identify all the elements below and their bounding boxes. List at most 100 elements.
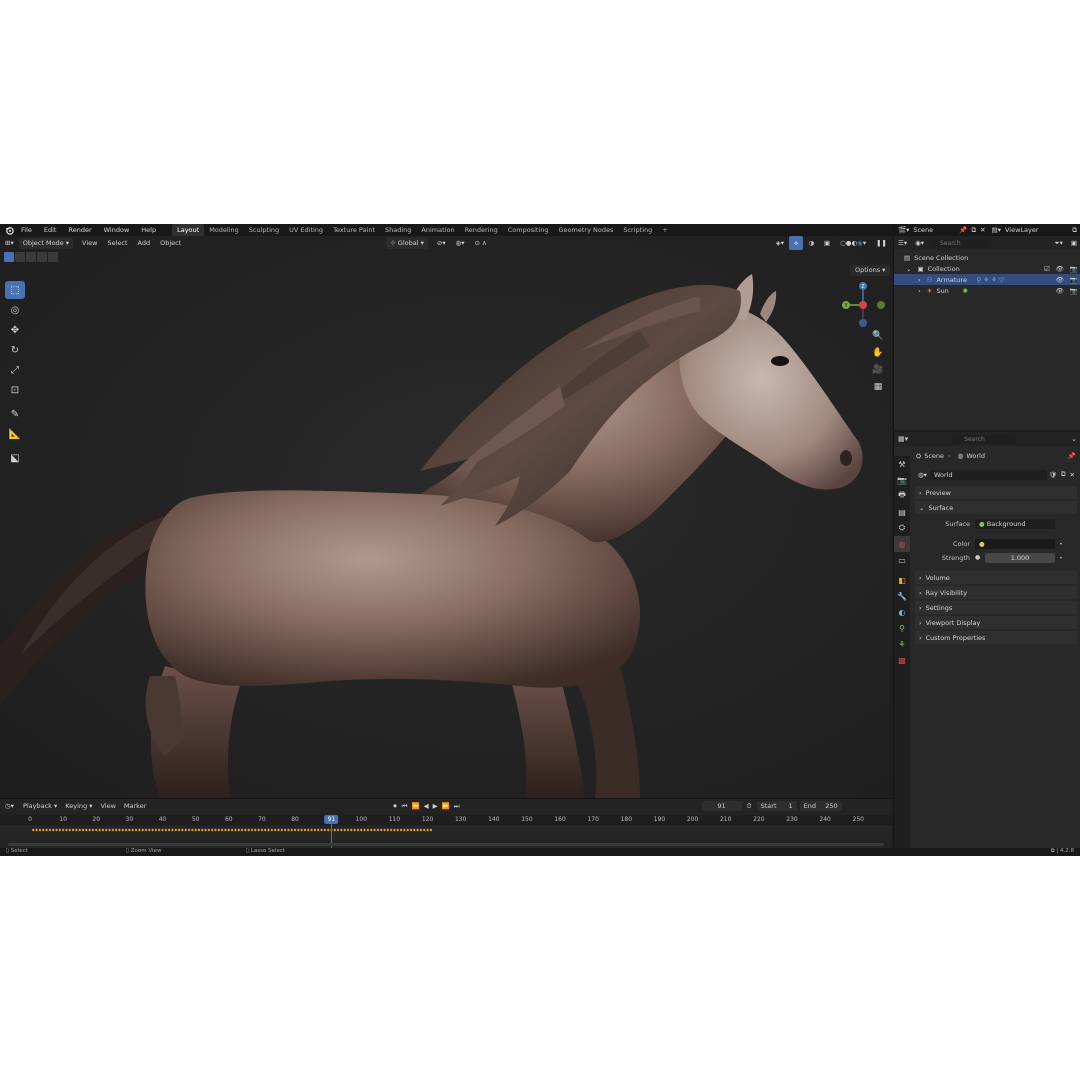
keyframe-diamond[interactable] xyxy=(207,828,211,832)
unlink-world-icon[interactable]: ✕ xyxy=(1068,471,1077,479)
world-browse-icon[interactable]: ◍▾ xyxy=(915,471,930,479)
add-workspace-button[interactable]: + xyxy=(657,224,672,236)
tab-animation[interactable]: Animation xyxy=(416,224,459,236)
proportional-edit-icon[interactable]: ⊙ ∧ xyxy=(470,236,492,250)
keyframe-diamond[interactable] xyxy=(114,828,118,832)
annotate-tool-icon[interactable]: ✎ xyxy=(5,405,25,423)
collection-tab-icon[interactable]: ▭ xyxy=(894,552,910,568)
panel-surface[interactable]: ⌄ Surface xyxy=(915,501,1077,514)
navigation-gizmo[interactable]: Z Y xyxy=(838,280,888,328)
keyframe-diamond[interactable] xyxy=(88,828,92,832)
xray-icon[interactable]: ▣ xyxy=(819,236,835,250)
outliner-type-icon[interactable]: ☰▾ xyxy=(894,239,911,247)
select-intersect-icon[interactable] xyxy=(48,252,58,262)
menu-view[interactable]: View xyxy=(77,236,102,250)
keyframe-diamond[interactable] xyxy=(366,828,370,832)
keyframe-diamond[interactable] xyxy=(283,828,287,832)
new-view-layer-icon[interactable]: ⧉ xyxy=(1068,226,1080,235)
keyframe-diamond[interactable] xyxy=(55,828,58,832)
keyframe-diamond[interactable] xyxy=(65,828,68,832)
keyframe-diamond[interactable] xyxy=(164,828,168,832)
visibility-icon[interactable]: ◈▾ xyxy=(771,236,789,250)
view-layer-icon[interactable]: ▤▾ xyxy=(988,226,1005,234)
keyframe-diamond[interactable] xyxy=(353,828,357,832)
fake-user-icon[interactable]: 🛡 xyxy=(1047,471,1059,479)
keyframe-diamond[interactable] xyxy=(48,828,52,832)
keyframe-diamond[interactable] xyxy=(257,828,260,832)
3d-viewport[interactable]: ⊞▾ Object Mode ▾ View Select Add Object … xyxy=(0,236,892,798)
keyframe-diamond[interactable] xyxy=(84,828,88,832)
keyframe-diamond[interactable] xyxy=(356,828,360,832)
keyframe-diamond[interactable] xyxy=(51,828,55,832)
color-swatch[interactable]: ● xyxy=(975,538,1055,549)
keyframe-diamond[interactable] xyxy=(416,828,420,832)
duplicate-world-icon[interactable]: ⧉ xyxy=(1059,470,1068,479)
keyframe-diamond[interactable] xyxy=(340,828,343,832)
keyframe-diamond[interactable] xyxy=(412,828,416,832)
keyframe-diamond[interactable] xyxy=(71,828,75,832)
output-tab-icon[interactable]: 🖶 xyxy=(894,488,910,504)
strength-keyframe-icon[interactable]: • xyxy=(1055,554,1063,562)
keyframe-diamond[interactable] xyxy=(210,828,214,832)
keyframe-diamond[interactable] xyxy=(333,828,337,832)
keyframe-diamond[interactable] xyxy=(429,828,433,832)
play-reverse-icon[interactable]: ◀ xyxy=(422,802,431,810)
keyframe-diamond[interactable] xyxy=(369,828,373,832)
add-cube-tool-icon[interactable]: ⬕ xyxy=(5,449,25,467)
keyframe-diamond[interactable] xyxy=(230,828,234,832)
keyframe-diamonds[interactable] xyxy=(0,826,892,840)
scene-icon[interactable]: 🎬▾ xyxy=(894,226,913,234)
pivot-icon[interactable]: ⊘▾ xyxy=(432,236,451,250)
tab-compositing[interactable]: Compositing xyxy=(503,224,554,236)
data-tab-icon[interactable]: ⚘ xyxy=(894,636,910,652)
render-tab-icon[interactable]: 📷 xyxy=(894,472,910,488)
keyframe-diamond[interactable] xyxy=(293,828,297,832)
keyframe-diamond[interactable] xyxy=(78,828,82,832)
keyframe-diamond[interactable] xyxy=(141,828,145,832)
playhead-frame-indicator[interactable]: 91 xyxy=(324,815,339,824)
keyframe-diamond[interactable] xyxy=(104,828,108,832)
keyframe-diamond[interactable] xyxy=(194,828,198,832)
keyframe-diamond[interactable] xyxy=(406,828,410,832)
armature-render-icon[interactable]: 📷 xyxy=(1067,276,1080,284)
keyframe-diamond[interactable] xyxy=(180,828,184,832)
select-invert-icon[interactable] xyxy=(37,252,47,262)
keyframe-diamond[interactable] xyxy=(349,828,353,832)
gizmo-toggle-icon[interactable]: ⟡ xyxy=(789,236,804,250)
camera-view-icon[interactable]: 🎥 xyxy=(870,362,886,378)
jump-keyframe-back-icon[interactable]: ⏪ xyxy=(410,802,422,810)
keyframe-diamond[interactable] xyxy=(396,828,400,832)
keyframe-diamond[interactable] xyxy=(393,828,396,832)
keyframe-diamond[interactable] xyxy=(98,828,101,832)
keyframe-diamond[interactable] xyxy=(204,828,207,832)
keyframe-diamond[interactable] xyxy=(253,828,257,832)
keyframe-diamond[interactable] xyxy=(131,828,135,832)
keyframe-diamond[interactable] xyxy=(118,828,121,832)
keyframe-diamond[interactable] xyxy=(376,828,380,832)
tab-modeling[interactable]: Modeling xyxy=(204,224,244,236)
editor-type-icon[interactable]: ⊞▾ xyxy=(0,236,19,250)
display-mode-icon[interactable]: ◉▾ xyxy=(911,239,928,247)
panel-settings[interactable]: › Settings xyxy=(915,601,1077,614)
panel-preview[interactable]: › Preview xyxy=(915,486,1077,499)
outliner-search-input[interactable]: Search xyxy=(928,238,993,248)
pause-icon[interactable]: ❚❚ xyxy=(871,236,892,250)
outliner-item-armature[interactable]: › ⚇ Armature ⚲ ⚘ ⚘ ▽ 👁 📷 xyxy=(894,274,1080,285)
orientation-dropdown[interactable]: ⊹ Global ▾ xyxy=(386,237,428,249)
keyframe-diamond[interactable] xyxy=(419,828,423,832)
mode-dropdown[interactable]: Object Mode ▾ xyxy=(18,237,74,249)
jump-keyframe-forward-icon[interactable]: ⏩ xyxy=(440,802,452,810)
properties-pin-icon[interactable]: 📌 xyxy=(1065,452,1079,460)
keyframe-diamond[interactable] xyxy=(157,828,161,832)
menu-help[interactable]: Help xyxy=(135,224,162,236)
keyframe-diamond[interactable] xyxy=(243,828,247,832)
keyframe-diamond[interactable] xyxy=(220,828,224,832)
keyframe-diamond[interactable] xyxy=(177,828,181,832)
cursor-tool-icon[interactable]: ◎ xyxy=(5,301,25,319)
tab-rendering[interactable]: Rendering xyxy=(460,224,503,236)
keyframe-diamond[interactable] xyxy=(108,828,111,832)
world-name-field[interactable]: World xyxy=(929,469,1047,480)
panel-viewport-display[interactable]: › Viewport Display xyxy=(915,616,1077,629)
keyframe-diamond[interactable] xyxy=(326,828,330,832)
keyframe-diamond[interactable] xyxy=(200,828,204,832)
